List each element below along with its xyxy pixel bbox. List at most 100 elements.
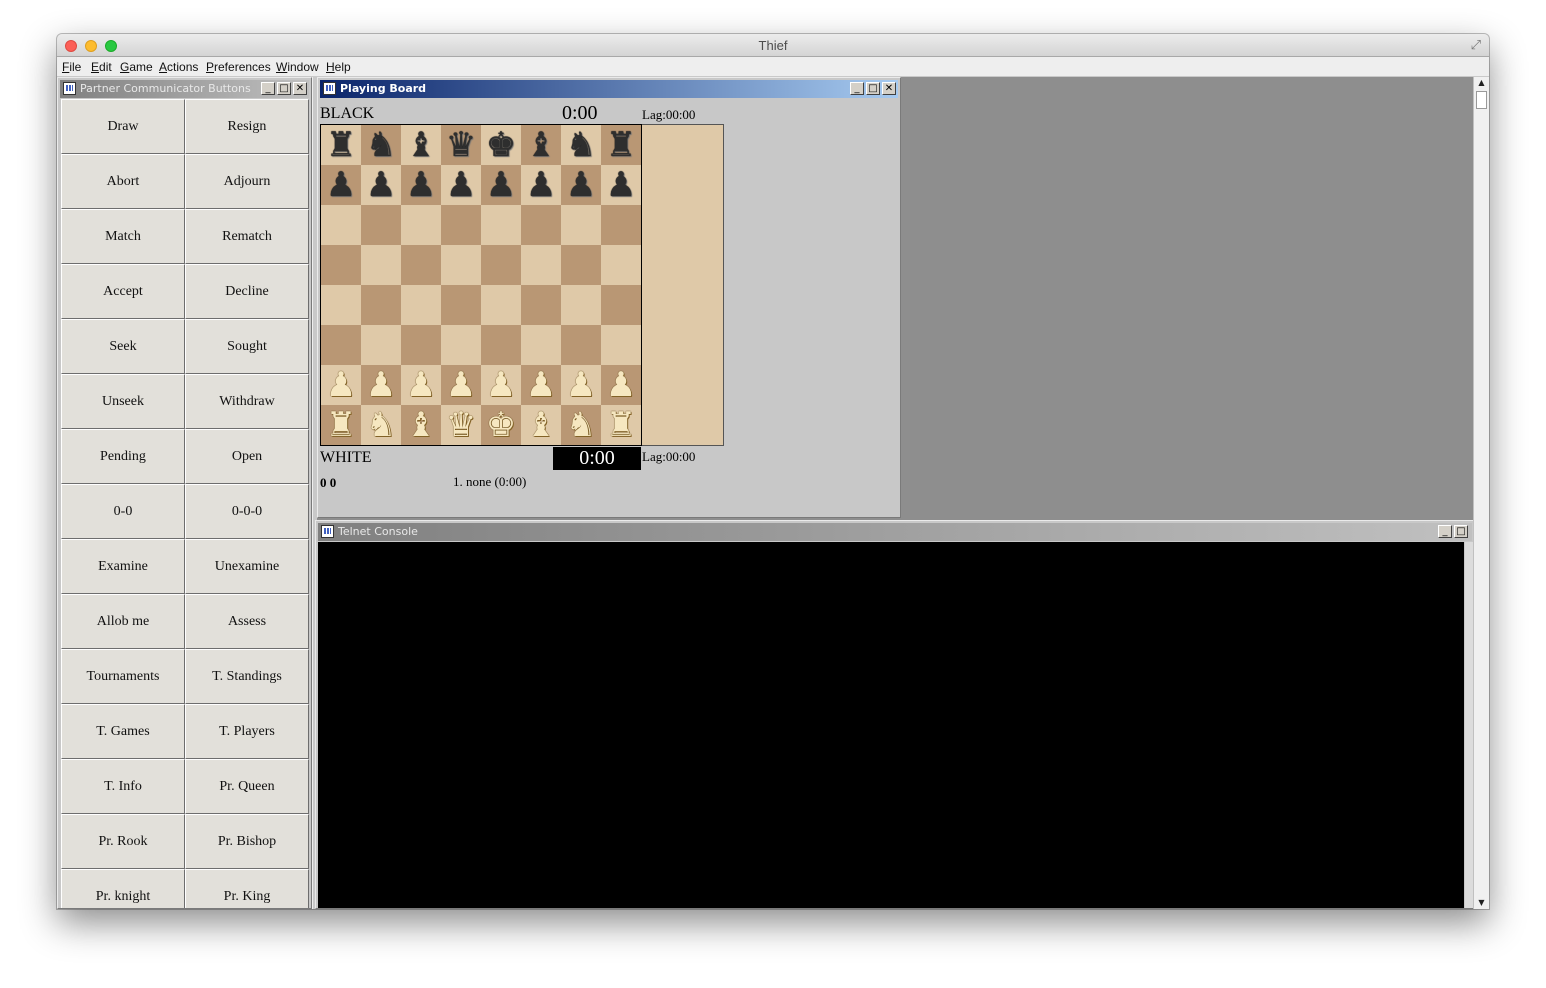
square-h4[interactable]: [601, 285, 641, 325]
square-g1[interactable]: ♞: [561, 405, 601, 445]
command-button[interactable]: Seek: [61, 319, 185, 374]
command-button[interactable]: Pr. knight: [61, 869, 185, 908]
square-d4[interactable]: [441, 285, 481, 325]
square-b7[interactable]: ♟: [361, 165, 401, 205]
command-button[interactable]: T. Games: [61, 704, 185, 759]
square-d7[interactable]: ♟: [441, 165, 481, 205]
command-button[interactable]: Accept: [61, 264, 185, 319]
square-a6[interactable]: [321, 205, 361, 245]
black-pawn-icon[interactable]: ♟: [366, 168, 396, 202]
square-g2[interactable]: ♟: [561, 365, 601, 405]
telnet-frame-titlebar[interactable]: Telnet Console _ □: [318, 523, 1472, 541]
maximize-frame-button[interactable]: □: [277, 82, 291, 95]
command-button[interactable]: Allob me: [61, 594, 185, 649]
command-button[interactable]: Pr. King: [185, 869, 309, 908]
square-h3[interactable]: [601, 325, 641, 365]
black-bishop-icon[interactable]: ♝: [526, 128, 556, 162]
square-h2[interactable]: ♟: [601, 365, 641, 405]
black-pawn-icon[interactable]: ♟: [446, 168, 476, 202]
square-c3[interactable]: [401, 325, 441, 365]
square-f7[interactable]: ♟: [521, 165, 561, 205]
command-button[interactable]: Tournaments: [61, 649, 185, 704]
square-b8[interactable]: ♞: [361, 125, 401, 165]
square-h7[interactable]: ♟: [601, 165, 641, 205]
square-c6[interactable]: [401, 205, 441, 245]
white-king-icon[interactable]: ♚: [486, 408, 516, 442]
square-a5[interactable]: [321, 245, 361, 285]
menu-game[interactable]: Game: [120, 60, 153, 74]
square-e6[interactable]: [481, 205, 521, 245]
minimize-frame-button[interactable]: _: [1438, 525, 1452, 538]
square-g3[interactable]: [561, 325, 601, 365]
command-button[interactable]: Adjourn: [185, 154, 309, 209]
menu-help[interactable]: Help: [326, 60, 351, 74]
square-e7[interactable]: ♟: [481, 165, 521, 205]
square-a3[interactable]: [321, 325, 361, 365]
black-pawn-icon[interactable]: ♟: [406, 168, 436, 202]
square-e2[interactable]: ♟: [481, 365, 521, 405]
command-button[interactable]: Abort: [61, 154, 185, 209]
command-button[interactable]: Draw: [61, 99, 185, 154]
white-pawn-icon[interactable]: ♟: [406, 368, 436, 402]
chess-board[interactable]: ♜ ♞ ♝ ♛ ♚ ♝ ♞ ♜ ♟ ♟ ♟ ♟ ♟ ♟ ♟ ♟ ♟ ♟ ♟ ♟ ♟ ♟ ♟ ♟ ♜ ♞ ♝ ♛ ♚ ♝ ♞ ♜: [320, 124, 642, 446]
square-a7[interactable]: ♟: [321, 165, 361, 205]
square-e5[interactable]: [481, 245, 521, 285]
black-rook-icon[interactable]: ♜: [326, 128, 356, 162]
square-c4[interactable]: [401, 285, 441, 325]
command-button[interactable]: Withdraw: [185, 374, 309, 429]
square-b1[interactable]: ♞: [361, 405, 401, 445]
square-a2[interactable]: ♟: [321, 365, 361, 405]
black-bishop-icon[interactable]: ♝: [406, 128, 436, 162]
square-b3[interactable]: [361, 325, 401, 365]
white-pawn-icon[interactable]: ♟: [446, 368, 476, 402]
command-button[interactable]: T. Standings: [185, 649, 309, 704]
square-a4[interactable]: [321, 285, 361, 325]
square-d2[interactable]: ♟: [441, 365, 481, 405]
black-pawn-icon[interactable]: ♟: [606, 168, 636, 202]
close-frame-button[interactable]: ✕: [293, 82, 307, 95]
command-button[interactable]: T. Info: [61, 759, 185, 814]
command-button[interactable]: 0-0-0: [185, 484, 309, 539]
black-pawn-icon[interactable]: ♟: [566, 168, 596, 202]
square-h6[interactable]: [601, 205, 641, 245]
square-c2[interactable]: ♟: [401, 365, 441, 405]
fullscreen-icon[interactable]: ⤢: [1471, 38, 1481, 53]
command-button[interactable]: Open: [185, 429, 309, 484]
black-knight-icon[interactable]: ♞: [566, 128, 596, 162]
square-h5[interactable]: [601, 245, 641, 285]
menu-preferences[interactable]: Preferences: [206, 60, 271, 74]
menu-actions[interactable]: Actions: [159, 60, 198, 74]
square-f3[interactable]: [521, 325, 561, 365]
command-button[interactable]: Examine: [61, 539, 185, 594]
command-button[interactable]: Unseek: [61, 374, 185, 429]
command-button[interactable]: Pending: [61, 429, 185, 484]
black-knight-icon[interactable]: ♞: [366, 128, 396, 162]
square-b5[interactable]: [361, 245, 401, 285]
square-h8[interactable]: ♜: [601, 125, 641, 165]
square-f2[interactable]: ♟: [521, 365, 561, 405]
square-d5[interactable]: [441, 245, 481, 285]
white-pawn-icon[interactable]: ♟: [366, 368, 396, 402]
black-pawn-icon[interactable]: ♟: [486, 168, 516, 202]
command-button[interactable]: Pr. Rook: [61, 814, 185, 869]
menu-window[interactable]: Window: [276, 60, 319, 74]
square-g6[interactable]: [561, 205, 601, 245]
black-rook-icon[interactable]: ♜: [606, 128, 636, 162]
square-b6[interactable]: [361, 205, 401, 245]
square-f1[interactable]: ♝: [521, 405, 561, 445]
command-button[interactable]: Sought: [185, 319, 309, 374]
square-d8[interactable]: ♛: [441, 125, 481, 165]
square-e3[interactable]: [481, 325, 521, 365]
square-a1[interactable]: ♜: [321, 405, 361, 445]
window-titlebar[interactable]: Thief ⤢: [57, 34, 1489, 57]
white-rook-icon[interactable]: ♜: [606, 408, 636, 442]
white-pawn-icon[interactable]: ♟: [526, 368, 556, 402]
white-knight-icon[interactable]: ♞: [366, 408, 396, 442]
command-button[interactable]: Resign: [185, 99, 309, 154]
square-d1[interactable]: ♛: [441, 405, 481, 445]
white-pawn-icon[interactable]: ♟: [486, 368, 516, 402]
black-queen-icon[interactable]: ♛: [446, 128, 476, 162]
telnet-output-area[interactable]: [318, 542, 1464, 908]
scroll-down-arrow-icon[interactable]: ▼: [1474, 897, 1489, 909]
black-king-icon[interactable]: ♚: [486, 128, 516, 162]
